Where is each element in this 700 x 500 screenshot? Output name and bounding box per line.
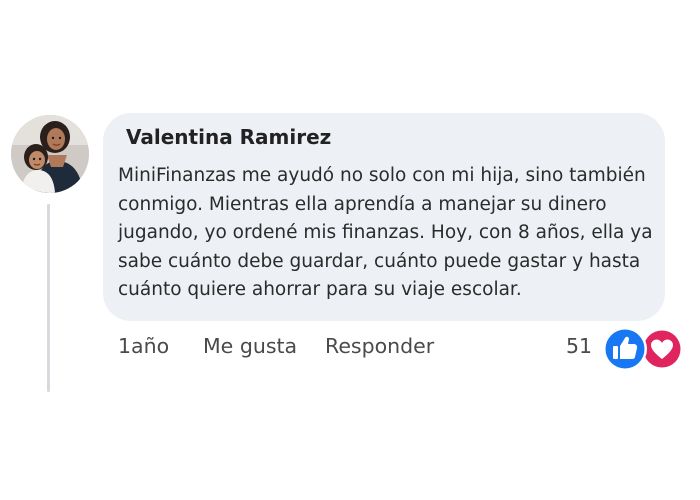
like-reaction-icon: [603, 327, 647, 371]
avatar[interactable]: [11, 115, 89, 193]
like-button[interactable]: Me gusta: [203, 334, 297, 358]
comment-author[interactable]: Valentina Ramirez: [126, 125, 331, 149]
avatar-photo-icon: [11, 115, 89, 193]
love-reaction-icon: [641, 328, 683, 370]
comment-bubble: Valentina Ramirez MiniFinanzas me ayudó …: [103, 113, 665, 321]
comment-text: MiniFinanzas me ayudó no solo con mi hij…: [118, 165, 653, 300]
reply-button[interactable]: Responder: [325, 334, 434, 358]
comment-actions: 1año Me gusta Responder 51: [0, 334, 700, 364]
reaction-count[interactable]: 51: [566, 334, 592, 358]
comment-timestamp[interactable]: 1año: [118, 334, 169, 358]
comment-container: Valentina Ramirez MiniFinanzas me ayudó …: [0, 0, 700, 500]
reaction-icons[interactable]: [601, 325, 685, 373]
